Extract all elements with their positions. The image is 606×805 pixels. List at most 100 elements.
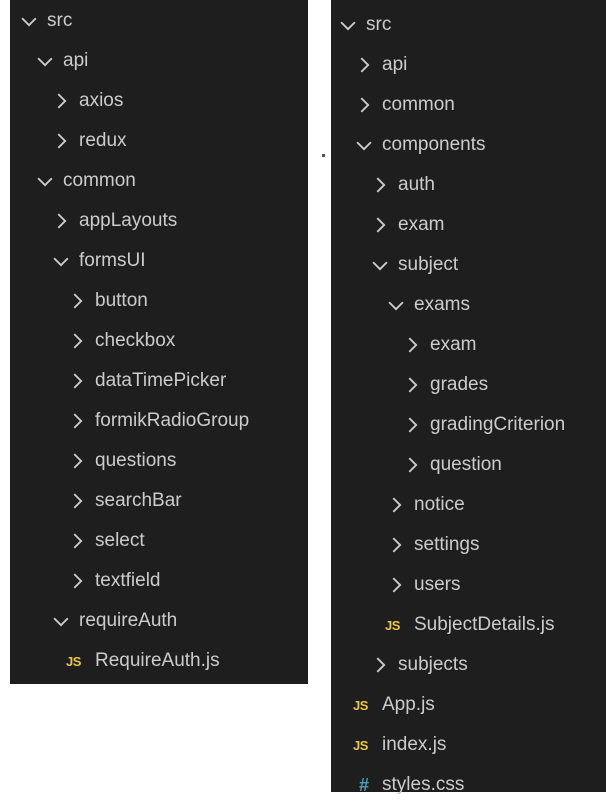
folder-grades[interactable]: grades bbox=[331, 365, 606, 405]
folder-checkbox[interactable]: checkbox bbox=[10, 321, 308, 361]
tree-item-label: textfield bbox=[95, 570, 161, 591]
folder-button[interactable]: button bbox=[10, 281, 308, 321]
tree-item-label: gradingCriterion bbox=[430, 414, 566, 435]
chevron-down-icon bbox=[50, 610, 72, 632]
file-subjectdetails-js[interactable]: JS SubjectDetails.js bbox=[331, 605, 606, 645]
folder-select[interactable]: select bbox=[10, 521, 308, 561]
tree-item-label: App.js bbox=[382, 694, 435, 715]
tree-item-label: questions bbox=[95, 450, 177, 471]
tree-item-label: searchBar bbox=[95, 490, 182, 511]
js-file-icon: JS bbox=[353, 697, 368, 713]
folder-textfield[interactable]: textfield bbox=[10, 561, 308, 601]
js-file-icon: JS bbox=[385, 617, 400, 633]
chevron-right-icon bbox=[66, 290, 88, 312]
chevron-down-icon bbox=[353, 134, 375, 156]
chevron-right-icon bbox=[385, 574, 407, 596]
folder-settings[interactable]: settings bbox=[331, 525, 606, 565]
chevron-right-icon bbox=[66, 330, 88, 352]
folder-subjects[interactable]: subjects bbox=[331, 645, 606, 685]
tree-item-label: subjects bbox=[398, 654, 468, 675]
file-index-js[interactable]: JS index.js bbox=[331, 725, 606, 765]
chevron-right-icon bbox=[385, 494, 407, 516]
folder-exam[interactable]: exam bbox=[331, 205, 606, 245]
chevron-right-icon bbox=[50, 90, 72, 112]
tree-item-label: common bbox=[382, 94, 455, 115]
tree-item-label: components bbox=[382, 134, 486, 155]
file-styles-css[interactable]: # styles.css bbox=[331, 765, 606, 805]
chevron-down-icon bbox=[369, 254, 391, 276]
folder-question[interactable]: question bbox=[331, 445, 606, 485]
tree-item-label: api bbox=[382, 54, 408, 75]
chevron-down-icon bbox=[34, 170, 56, 192]
tree-item-label: exam bbox=[430, 334, 477, 355]
folder-common[interactable]: common bbox=[10, 161, 308, 201]
folder-notice[interactable]: notice bbox=[331, 485, 606, 525]
tree-item-label: axios bbox=[79, 90, 124, 111]
tree-item-label: subject bbox=[398, 254, 459, 275]
folder-applayouts[interactable]: appLayouts bbox=[10, 201, 308, 241]
chevron-right-icon bbox=[401, 334, 423, 356]
js-file-icon: JS bbox=[353, 737, 368, 753]
tree-item-label: settings bbox=[414, 534, 480, 555]
folder-components[interactable]: components bbox=[331, 125, 606, 165]
divider-mark bbox=[322, 154, 325, 157]
tree-item-label: src bbox=[47, 10, 73, 31]
tree-item-label: select bbox=[95, 530, 145, 551]
file-requireauth-js[interactable]: JS RequireAuth.js bbox=[10, 641, 308, 681]
folder-auth[interactable]: auth bbox=[331, 165, 606, 205]
folder-users[interactable]: users bbox=[331, 565, 606, 605]
explorer-tree-left: src api axios redux common appLayouts formsUI b… bbox=[10, 0, 308, 684]
tree-item-label: exams bbox=[414, 294, 470, 315]
tree-item-label: common bbox=[63, 170, 136, 191]
folder-formikradiogroup[interactable]: formikRadioGroup bbox=[10, 401, 308, 441]
tree-item-label: requireAuth bbox=[79, 610, 178, 631]
tree-item-label: index.js bbox=[382, 734, 447, 755]
folder-questions[interactable]: questions bbox=[10, 441, 308, 481]
chevron-right-icon bbox=[401, 414, 423, 436]
chevron-right-icon bbox=[369, 654, 391, 676]
chevron-right-icon bbox=[369, 174, 391, 196]
chevron-right-icon bbox=[66, 570, 88, 592]
tree-item-label: button bbox=[95, 290, 148, 311]
folder-common[interactable]: common bbox=[331, 85, 606, 125]
folder-api[interactable]: api bbox=[10, 41, 308, 81]
folder-searchbar[interactable]: searchBar bbox=[10, 481, 308, 521]
tree-item-label: RequireAuth.js bbox=[95, 650, 220, 671]
tree-item-label: question bbox=[430, 454, 502, 475]
folder-redux[interactable]: redux bbox=[10, 121, 308, 161]
folder-axios[interactable]: axios bbox=[10, 81, 308, 121]
tree-item-label: redux bbox=[79, 130, 127, 151]
chevron-right-icon bbox=[401, 374, 423, 396]
tree-item-label: auth bbox=[398, 174, 435, 195]
chevron-right-icon bbox=[66, 490, 88, 512]
tree-item-label: checkbox bbox=[95, 330, 176, 351]
chevron-right-icon bbox=[50, 210, 72, 232]
chevron-right-icon bbox=[353, 54, 375, 76]
chevron-right-icon bbox=[353, 94, 375, 116]
folder-requireauth[interactable]: requireAuth bbox=[10, 601, 308, 641]
folder-subject[interactable]: subject bbox=[331, 245, 606, 285]
chevron-right-icon bbox=[66, 530, 88, 552]
tree-item-label: SubjectDetails.js bbox=[414, 614, 555, 635]
folder-src[interactable]: src bbox=[10, 1, 308, 41]
chevron-down-icon bbox=[337, 14, 359, 36]
folder-datatimepicker[interactable]: dataTimePicker bbox=[10, 361, 308, 401]
chevron-right-icon bbox=[401, 454, 423, 476]
folder-api[interactable]: api bbox=[331, 45, 606, 85]
css-file-icon: # bbox=[358, 774, 369, 795]
folder-formsui[interactable]: formsUI bbox=[10, 241, 308, 281]
chevron-down-icon bbox=[385, 294, 407, 316]
chevron-down-icon bbox=[18, 10, 40, 32]
chevron-right-icon bbox=[66, 370, 88, 392]
folder-src[interactable]: src bbox=[331, 5, 606, 45]
chevron-down-icon bbox=[50, 250, 72, 272]
file-app-js[interactable]: JS App.js bbox=[331, 685, 606, 725]
tree-item-label: users bbox=[414, 574, 461, 595]
folder-exams[interactable]: exams bbox=[331, 285, 606, 325]
folder-exam[interactable]: exam bbox=[331, 325, 606, 365]
chevron-right-icon bbox=[66, 410, 88, 432]
tree-item-label: api bbox=[63, 50, 89, 71]
folder-gradingcriterion[interactable]: gradingCriterion bbox=[331, 405, 606, 445]
chevron-right-icon bbox=[50, 130, 72, 152]
chevron-right-icon bbox=[369, 214, 391, 236]
